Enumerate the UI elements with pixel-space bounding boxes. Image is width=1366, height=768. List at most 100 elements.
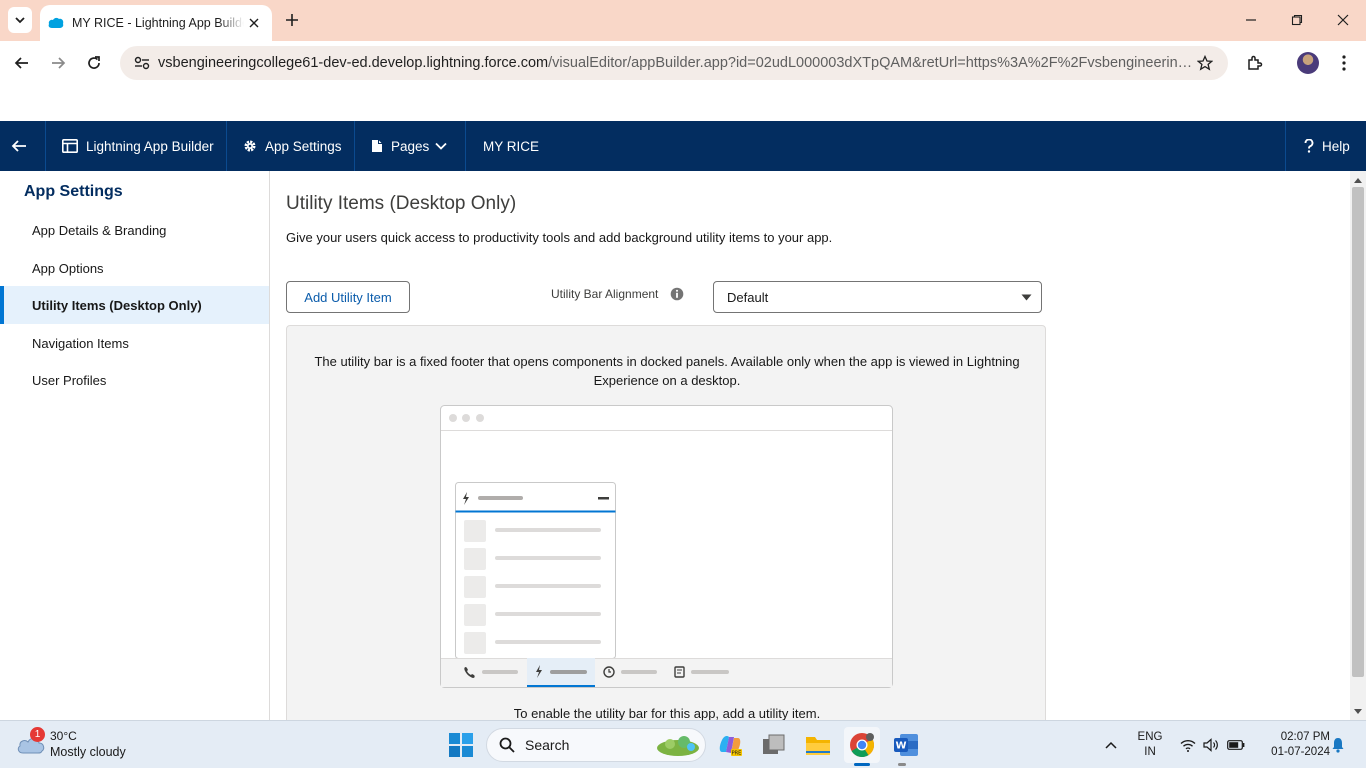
- browser-menu-button[interactable]: [1332, 51, 1356, 75]
- salesforce-cloud-icon: [48, 15, 64, 31]
- help-button[interactable]: Help: [1285, 121, 1366, 171]
- language-indicator[interactable]: ENG IN: [1136, 730, 1164, 760]
- sidebar-item-navigation-items[interactable]: Navigation Items: [0, 324, 269, 362]
- word-icon: W: [894, 734, 918, 756]
- alignment-selected-value: Default: [727, 289, 769, 305]
- sidebar-item-utility-items[interactable]: Utility Items (Desktop Only): [0, 286, 269, 324]
- utility-bar-alignment-select[interactable]: Default: [713, 281, 1042, 313]
- close-icon: [1337, 14, 1349, 26]
- info-icon[interactable]: [670, 287, 684, 301]
- bell-icon: [1332, 738, 1344, 753]
- back-button[interactable]: [10, 51, 34, 75]
- sidebar-item-label: App Options: [32, 260, 104, 276]
- sidebar-item-user-profiles[interactable]: User Profiles: [0, 361, 269, 399]
- search-icon: [499, 737, 515, 753]
- svg-text:W: W: [895, 741, 906, 752]
- scroll-up-arrow[interactable]: [1350, 173, 1366, 187]
- language-region: IN: [1144, 746, 1156, 758]
- window-close-button[interactable]: [1328, 8, 1358, 32]
- taskbar-file-explorer[interactable]: [800, 727, 836, 763]
- app-builder-icon: [62, 139, 78, 153]
- sidebar-item-label: App Details & Branding: [32, 222, 167, 238]
- utility-bar-alignment-label: Utility Bar Alignment: [551, 287, 659, 301]
- page-description: Give your users quick access to producti…: [286, 230, 833, 245]
- extensions-button[interactable]: [1243, 51, 1267, 75]
- add-utility-item-button[interactable]: Add Utility Item: [286, 281, 410, 313]
- plus-icon: [286, 14, 298, 26]
- windows-taskbar: 1 30°C Mostly cloudy Search PRE W ENG IN: [0, 720, 1366, 768]
- back-arrow-icon: [14, 57, 28, 69]
- word-running-indicator: [898, 763, 906, 766]
- browser-tab[interactable]: MY RICE - Lightning App Builder: [40, 5, 272, 41]
- builder-back-button[interactable]: [0, 121, 46, 171]
- wifi-status[interactable]: [1178, 721, 1198, 768]
- sidebar-item-app-details[interactable]: App Details & Branding: [0, 211, 269, 249]
- browser-tab-strip: MY RICE - Lightning App Builder: [0, 0, 1366, 41]
- task-view-icon: [763, 734, 785, 754]
- scrollbar-thumb[interactable]: [1352, 187, 1364, 677]
- sidebar-item-label: User Profiles: [32, 372, 107, 388]
- tray-overflow-button[interactable]: [1100, 721, 1122, 768]
- utility-bar-illustration: [440, 405, 893, 688]
- address-bar[interactable]: vsbengineeringcollege61-dev-ed.develop.l…: [120, 46, 1228, 80]
- taskbar-task-view[interactable]: [756, 727, 792, 763]
- page-icon: [372, 140, 382, 152]
- new-tab-button[interactable]: [282, 10, 302, 30]
- weather-widget[interactable]: 1 30°C Mostly cloudy: [14, 727, 164, 763]
- notification-button[interactable]: [1330, 721, 1346, 768]
- app-settings-label: App Settings: [265, 138, 342, 154]
- chevron-up-icon: [1105, 741, 1117, 749]
- folder-icon: [806, 737, 830, 755]
- taskbar-search-label: Search: [525, 737, 570, 753]
- reload-button[interactable]: [82, 51, 106, 75]
- taskbar-search-box[interactable]: Search: [486, 728, 706, 762]
- clock-date: 01-07-2024: [1271, 746, 1330, 758]
- taskbar-chrome[interactable]: [844, 727, 880, 763]
- taskbar-clock[interactable]: 02:07 PM 01-07-2024: [1254, 730, 1330, 760]
- forward-button[interactable]: [46, 51, 70, 75]
- pages-label: Pages: [391, 138, 430, 154]
- taskbar-copilot[interactable]: PRE: [712, 727, 748, 763]
- help-icon: [1304, 139, 1314, 153]
- utility-bar-info-panel: The utility bar is a fixed footer that o…: [286, 325, 1046, 720]
- weather-temperature: 30°C: [50, 729, 77, 743]
- app-name-label: MY RICE: [483, 138, 540, 154]
- chevron-down-icon: [1021, 294, 1032, 301]
- app-settings-sidebar: App Settings App Details & Branding App …: [0, 171, 270, 720]
- help-label: Help: [1322, 138, 1350, 154]
- sidebar-item-label: Navigation Items: [32, 335, 129, 351]
- page-title: Utility Items (Desktop Only): [286, 193, 517, 214]
- taskbar-word[interactable]: W: [888, 727, 924, 763]
- sidebar-item-label: Utility Items (Desktop Only): [32, 297, 202, 313]
- app-settings-tab[interactable]: App Settings: [227, 121, 355, 171]
- language-code: ENG: [1137, 731, 1163, 743]
- reload-icon: [88, 56, 100, 69]
- lightning-app-builder-menu[interactable]: Lightning App Builder: [46, 121, 227, 171]
- weather-notification-badge: 1: [30, 727, 45, 742]
- panel-footer-text: To enable the utility bar for this app, …: [513, 706, 821, 720]
- app-builder-header: Lightning App Builder App Settings Pages…: [0, 121, 1366, 171]
- tab-search-button[interactable]: [8, 7, 32, 33]
- main-content: Utility Items (Desktop Only) Give your u…: [270, 171, 1350, 720]
- sidebar-item-app-options[interactable]: App Options: [0, 249, 269, 287]
- profile-avatar[interactable]: [1297, 52, 1319, 74]
- chrome-icon: [850, 733, 875, 758]
- volume-status[interactable]: [1201, 721, 1221, 768]
- restore-icon: [1291, 14, 1303, 26]
- browser-toolbar: vsbengineeringcollege61-dev-ed.develop.l…: [0, 41, 1366, 85]
- site-info-icon[interactable]: [132, 53, 152, 73]
- chrome-active-indicator: [854, 763, 870, 766]
- svg-text:PRE: PRE: [732, 751, 742, 757]
- pages-menu[interactable]: Pages: [355, 121, 466, 171]
- scroll-down-arrow[interactable]: [1350, 704, 1366, 718]
- minimize-icon: [1246, 19, 1256, 21]
- url-text: vsbengineeringcollege61-dev-ed.develop.l…: [158, 55, 1194, 71]
- battery-status[interactable]: [1225, 721, 1247, 768]
- tab-close-button[interactable]: [244, 13, 264, 33]
- chevron-down-icon: [435, 142, 447, 150]
- minimize-button[interactable]: [1236, 8, 1266, 32]
- start-button[interactable]: [443, 727, 479, 763]
- volume-icon: [1202, 738, 1218, 752]
- restore-button[interactable]: [1282, 8, 1312, 32]
- bookmark-button[interactable]: [1194, 52, 1216, 74]
